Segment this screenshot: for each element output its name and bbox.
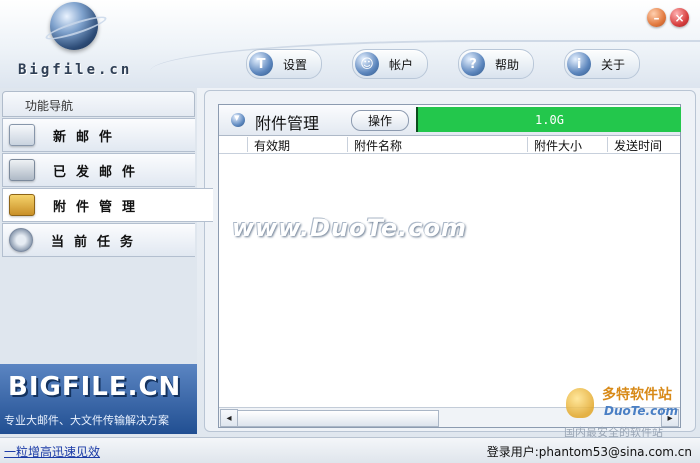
sidebar-item-attachments[interactable]: 附件管理 [2,188,213,222]
sidebar-item-label: 新邮件 [53,129,123,145]
help-button[interactable]: ? 帮助 [458,49,535,79]
sent-mail-icon [9,159,35,181]
account-button[interactable]: ☺ 帐户 [352,49,429,79]
watermark: www.DuoTe.com [232,214,467,242]
nav-list: 新邮件 已发邮件 附件管理 当前任务 [2,118,213,258]
sidebar-item-current-tasks[interactable]: 当前任务 [2,223,195,257]
column-header-expiry[interactable]: 有效期 [247,137,346,152]
toolbar: T 设置 ☺ 帐户 ? 帮助 i 关于 [246,49,670,79]
nav-title: 功能导航 [2,91,195,117]
nav-title-label: 功能导航 [25,99,74,113]
account-icon: ☺ [355,52,380,76]
promo-title: BIGFILE.CN [8,372,182,402]
panel-header: 附件管理 操作 1.0G [219,105,681,136]
column-header-sent-time[interactable]: 发送时间 [607,137,680,152]
scroll-thumb[interactable] [237,410,439,427]
panel-title: 附件管理 [255,114,320,133]
account-label: 帐户 [389,57,414,72]
corner-watermark-logo: 多特软件站 DuoTe.com 国内最安全的软件站 [564,382,694,439]
settings-label: 设置 [283,57,308,72]
minimize-icon[interactable]: – [647,8,666,27]
settings-icon: T [249,52,273,76]
info-icon: i [567,52,592,76]
login-user: 登录用户:phantom53@sina.com.cn [487,443,692,460]
login-user-email: phantom53@sina.com.cn [538,445,692,459]
ad-link[interactable]: 一粒增高迅速见效 [4,443,100,460]
login-user-label: 登录用户: [486,445,539,459]
globe-logo-icon [50,2,98,50]
header: Bigfile.cn – × T 设置 ☺ 帐户 ? 帮助 i 关于 [0,0,700,88]
help-label: 帮助 [495,57,520,72]
help-icon: ? [461,52,486,76]
about-button[interactable]: i 关于 [564,49,641,79]
scroll-left-icon[interactable]: ◂ [220,409,238,427]
about-label: 关于 [601,57,626,72]
corner-logo-line2: DuoTe.com [604,404,678,418]
sidebar-item-new-mail[interactable]: 新邮件 [2,118,195,152]
sidebar-item-sent-mail[interactable]: 已发邮件 [2,153,195,187]
task-icon [9,228,33,252]
quota-bar: 1.0G [416,107,681,132]
mail-icon [9,124,35,146]
sidebar-item-label: 已发邮件 [53,164,146,180]
chevron-down-icon[interactable] [231,111,245,127]
operate-button[interactable]: 操作 [351,110,409,131]
sidebar-item-label: 当前任务 [51,234,144,250]
close-icon[interactable]: × [670,8,689,27]
sidebar: 功能导航 新邮件 已发邮件 附件管理 当前任务 BIGFILE.CN 专业大邮件… [0,88,213,435]
promo-subtitle: 专业大邮件、大文件传输解决方案 [4,414,169,427]
column-header-size[interactable]: 附件大小 [527,137,608,152]
sidebar-item-label: 附件管理 [53,199,146,215]
status-bar: 一粒增高迅速见效 登录用户:phantom53@sina.com.cn [0,437,700,463]
attachment-icon [9,194,35,216]
mascot-icon [566,388,594,418]
brand-name: Bigfile.cn [18,62,133,78]
corner-logo-line1: 多特软件站 [602,387,672,403]
column-header-filename[interactable]: 附件名称 [347,137,526,152]
settings-button[interactable]: T 设置 [246,49,323,79]
attachment-panel: 附件管理 操作 1.0G 有效期 附件名称 附件大小 发送时间 ◂ ▸ [218,104,681,428]
promo-banner: BIGFILE.CN 专业大邮件、大文件传输解决方案 [0,364,197,434]
table-header: 有效期 附件名称 附件大小 发送时间 [219,136,680,154]
app-window: Bigfile.cn – × T 设置 ☺ 帐户 ? 帮助 i 关于 功能导航 [0,0,700,463]
